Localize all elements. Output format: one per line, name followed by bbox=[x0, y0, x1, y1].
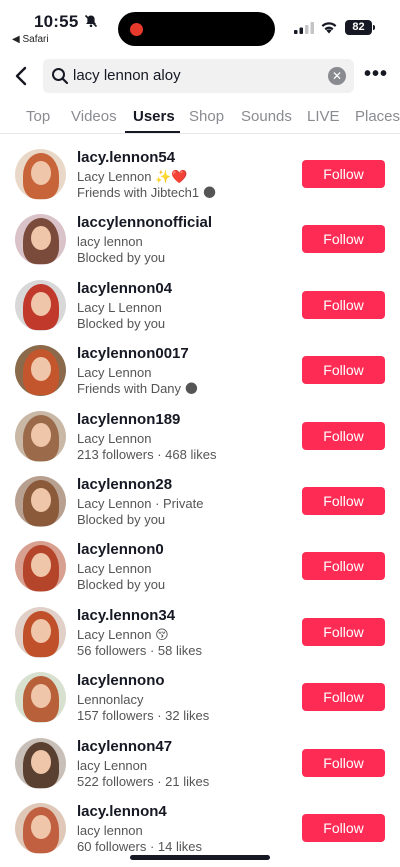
user-row[interactable]: lacylennon04 Lacy L Lennon Blocked by yo… bbox=[0, 272, 400, 338]
username: lacylennono bbox=[77, 672, 165, 690]
username: laccylennonofficial bbox=[77, 214, 213, 232]
username: lacylennon0017 bbox=[77, 345, 189, 363]
battery-indicator: 82 bbox=[345, 20, 372, 35]
avatar[interactable] bbox=[15, 345, 66, 397]
search-icon bbox=[52, 68, 69, 85]
back-arrow-icon[interactable] bbox=[10, 64, 32, 88]
user-meta: 157 followers · 32 likes bbox=[77, 708, 210, 724]
tab-places[interactable]: Places bbox=[355, 108, 400, 125]
user-row[interactable]: lacy.lennon4 lacy lennon 60 followers · … bbox=[0, 795, 400, 861]
battery-tip bbox=[373, 25, 375, 30]
user-meta: 522 followers · 21 likes bbox=[77, 773, 210, 789]
display-name: Lacy Lennon bbox=[77, 365, 152, 381]
username: lacy.lennon34 bbox=[77, 606, 176, 624]
user-meta: Friends with Jibtech1 🌑 bbox=[77, 185, 217, 200]
user-row[interactable]: lacylennon28 Lacy Lennon · Private Block… bbox=[0, 468, 400, 534]
avatar[interactable] bbox=[15, 737, 66, 789]
display-name: Lacy Lennon bbox=[77, 430, 152, 446]
user-meta: Blocked by you bbox=[77, 250, 166, 266]
back-to-app-link[interactable]: ◀ Safari bbox=[12, 34, 49, 45]
clear-search-icon[interactable]: ✕ bbox=[328, 67, 346, 85]
user-meta: 213 followers · 468 likes bbox=[77, 446, 217, 462]
username: lacylennon28 bbox=[77, 476, 173, 493]
tab-users[interactable]: Users bbox=[133, 108, 175, 125]
follow-button[interactable]: Follow bbox=[302, 683, 385, 712]
user-row[interactable]: lacylennon0017 Lacy Lennon Friends with … bbox=[0, 337, 400, 403]
status-time: 10:55 bbox=[34, 12, 79, 31]
tab-videos[interactable]: Videos bbox=[71, 108, 117, 125]
tab-shop[interactable]: Shop bbox=[189, 108, 224, 125]
display-name: lacy lennon bbox=[77, 823, 143, 838]
username: lacy.lennon4 bbox=[77, 803, 167, 820]
tab-sounds[interactable]: Sounds bbox=[241, 108, 292, 125]
user-row[interactable]: lacylennon0 Lacy Lennon Blocked by you F… bbox=[0, 533, 400, 599]
avatar[interactable] bbox=[15, 803, 66, 854]
home-indicator[interactable] bbox=[130, 855, 270, 860]
avatar[interactable] bbox=[15, 541, 66, 593]
tab-live[interactable]: LIVE bbox=[307, 108, 340, 125]
recording-dot-icon bbox=[130, 23, 143, 36]
user-meta: 60 followers · 14 likes bbox=[77, 839, 202, 854]
user-meta: Blocked by you bbox=[77, 315, 166, 331]
display-name: Lacy L Lennon bbox=[77, 299, 162, 315]
username: lacylennon0 bbox=[77, 541, 164, 559]
display-name: lacy lennon bbox=[77, 234, 143, 250]
user-row[interactable]: lacy.lennon54 Lacy Lennon ✨❤️ Friends wi… bbox=[0, 141, 400, 207]
search-query-text[interactable]: lacy lennon aloy bbox=[73, 67, 181, 84]
avatar[interactable] bbox=[15, 149, 66, 200]
follow-button[interactable]: Follow bbox=[302, 487, 385, 515]
dynamic-island bbox=[118, 12, 275, 46]
follow-button[interactable]: Follow bbox=[302, 814, 385, 842]
cellular-signal-icon bbox=[294, 22, 314, 34]
display-name: Lennonlacy bbox=[77, 692, 144, 708]
display-name: Lacy Lennon ✨❤️ bbox=[77, 169, 188, 184]
avatar[interactable] bbox=[15, 672, 66, 724]
user-meta: Friends with Dany 🌑 bbox=[77, 381, 199, 397]
user-row[interactable]: lacylennon189 Lacy Lennon 213 followers … bbox=[0, 403, 400, 469]
display-name: lacy Lennon bbox=[77, 757, 148, 773]
user-meta: Blocked by you bbox=[77, 577, 166, 593]
display-name: Lacy Lennon · Private bbox=[77, 496, 204, 511]
display-name: Lacy Lennon 😚 bbox=[77, 626, 169, 642]
user-row[interactable]: lacylennon47 lacy Lennon 522 followers ·… bbox=[0, 730, 400, 796]
more-options-button[interactable]: ••• bbox=[364, 64, 387, 88]
username: lacylennon47 bbox=[77, 737, 173, 755]
username: lacylennon04 bbox=[77, 279, 173, 297]
user-row[interactable]: lacylennono Lennonlacy 157 followers · 3… bbox=[0, 664, 400, 730]
follow-button[interactable]: Follow bbox=[302, 160, 385, 188]
user-meta: Blocked by you bbox=[77, 512, 166, 527]
username: lacylennon189 bbox=[77, 410, 181, 428]
avatar[interactable] bbox=[15, 214, 66, 266]
follow-button[interactable]: Follow bbox=[302, 552, 385, 581]
tab-top[interactable]: Top bbox=[26, 108, 50, 125]
silent-bell-icon bbox=[84, 14, 98, 28]
follow-button[interactable]: Follow bbox=[302, 356, 385, 385]
follow-button[interactable]: Follow bbox=[302, 225, 385, 254]
active-tab-indicator bbox=[125, 131, 180, 133]
avatar[interactable] bbox=[15, 279, 66, 331]
follow-button[interactable]: Follow bbox=[302, 748, 385, 777]
search-input[interactable]: lacy lennon aloy ✕ bbox=[43, 59, 354, 93]
avatar[interactable] bbox=[15, 606, 66, 658]
search-tabs: Top Videos Users Shop Sounds LIVE Places bbox=[0, 100, 400, 134]
status-bar: 10:55 ◀ Safari 82 bbox=[0, 0, 400, 48]
user-row[interactable]: laccylennonofficial lacy lennon Blocked … bbox=[0, 206, 400, 272]
user-meta: 56 followers · 58 likes bbox=[77, 642, 202, 658]
avatar[interactable] bbox=[15, 410, 66, 462]
display-name: Lacy Lennon bbox=[77, 561, 152, 577]
wifi-icon bbox=[321, 22, 337, 34]
follow-button[interactable]: Follow bbox=[302, 617, 385, 646]
avatar[interactable] bbox=[15, 476, 66, 527]
username: lacy.lennon54 bbox=[77, 149, 176, 166]
follow-button[interactable]: Follow bbox=[302, 290, 385, 319]
follow-button[interactable]: Follow bbox=[302, 421, 385, 450]
user-row[interactable]: lacy.lennon34 Lacy Lennon 😚 56 followers… bbox=[0, 599, 400, 665]
